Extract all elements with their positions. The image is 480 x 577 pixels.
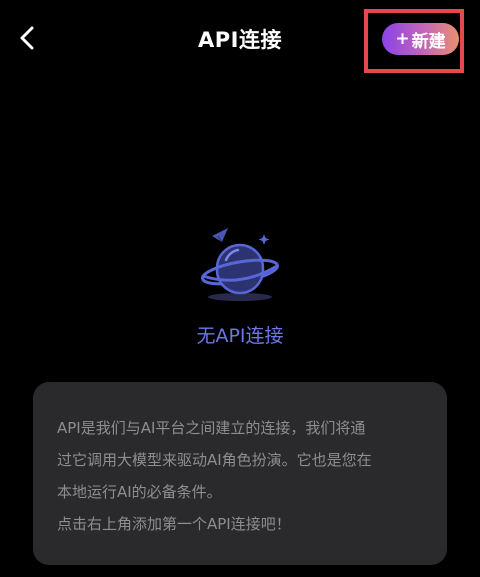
app-header: API连接 + 新建 bbox=[0, 0, 480, 78]
new-api-connection-button[interactable]: + 新建 bbox=[382, 23, 459, 55]
new-button-label: 新建 bbox=[411, 31, 446, 52]
info-line: 过它调用大模型来驱动AI角色扮演。它也是您在 bbox=[57, 451, 372, 469]
info-line: API是我们与AI平台之间建立的连接，我们将通 bbox=[57, 419, 366, 437]
info-card: API是我们与AI平台之间建立的连接，我们将通 过它调用大模型来驱动AI角色扮演… bbox=[33, 382, 447, 565]
info-line: 本地运行AI的必备条件。 bbox=[57, 483, 222, 501]
planet-icon bbox=[198, 222, 284, 306]
empty-state-message: 无API连接 bbox=[196, 325, 284, 347]
plus-icon: + bbox=[395, 29, 410, 49]
info-line: 点击右上角添加第一个API连接吧！ bbox=[57, 515, 291, 533]
